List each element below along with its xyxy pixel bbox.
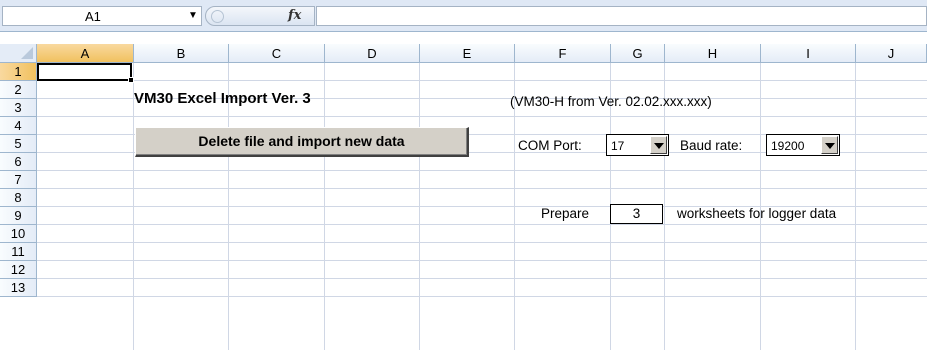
column-header-h[interactable]: H bbox=[665, 44, 761, 63]
row-header-13[interactable]: 13 bbox=[0, 279, 37, 297]
worksheets-label: worksheets for logger data bbox=[677, 206, 837, 221]
gridline-horizontal bbox=[37, 170, 927, 171]
name-box-value: A1 bbox=[85, 9, 101, 24]
fill-handle[interactable] bbox=[128, 77, 134, 83]
baud-rate-select[interactable]: 19200 bbox=[766, 134, 840, 156]
column-header-b[interactable]: B bbox=[134, 44, 229, 63]
row-header-12[interactable]: 12 bbox=[0, 261, 37, 279]
row-header-4[interactable]: 4 bbox=[0, 117, 37, 135]
gridline-horizontal bbox=[37, 242, 927, 243]
row-header-3[interactable]: 3 bbox=[0, 99, 37, 117]
formula-bar: A1 ▼ fx bbox=[0, 0, 927, 32]
gridline-horizontal bbox=[37, 260, 927, 261]
toolbar-gap bbox=[0, 32, 927, 44]
gridline-horizontal bbox=[37, 80, 927, 81]
baud-rate-dropdown-button[interactable] bbox=[821, 136, 838, 154]
row-header-5[interactable]: 5 bbox=[0, 135, 37, 153]
column-header-d[interactable]: D bbox=[325, 44, 420, 63]
column-header-e[interactable]: E bbox=[420, 44, 515, 63]
com-port-select[interactable]: 17 bbox=[606, 134, 669, 156]
baud-rate-value: 19200 bbox=[771, 139, 805, 153]
name-box[interactable]: A1 ▼ bbox=[2, 6, 202, 26]
column-header-i[interactable]: I bbox=[761, 44, 856, 63]
gridline-horizontal bbox=[37, 224, 927, 225]
prepare-label: Prepare bbox=[541, 206, 590, 221]
chevron-down-icon bbox=[654, 143, 664, 149]
column-header-c[interactable]: C bbox=[229, 44, 325, 63]
row-header-10[interactable]: 10 bbox=[0, 225, 37, 243]
chevron-down-icon[interactable]: ▼ bbox=[188, 10, 198, 21]
row-header-11[interactable]: 11 bbox=[0, 243, 37, 261]
column-header-g[interactable]: G bbox=[611, 44, 665, 63]
column-header-j[interactable]: J bbox=[856, 44, 927, 63]
row-header-6[interactable]: 6 bbox=[0, 153, 37, 171]
sheet-title: VM30 Excel Import Ver. 3 bbox=[134, 90, 311, 107]
formula-bar-controls: fx bbox=[205, 6, 315, 26]
insert-function-icon[interactable]: fx bbox=[288, 8, 301, 23]
row-header-2[interactable]: 2 bbox=[0, 81, 37, 99]
chevron-down-icon bbox=[825, 143, 835, 149]
worksheets-count-input[interactable]: 3 bbox=[610, 204, 663, 224]
column-header-f[interactable]: F bbox=[515, 44, 611, 63]
com-port-dropdown-button[interactable] bbox=[650, 136, 667, 154]
row-header-8[interactable]: 8 bbox=[0, 189, 37, 207]
select-all-icon bbox=[21, 47, 33, 59]
gridline-horizontal bbox=[37, 296, 927, 297]
cancel-icon[interactable] bbox=[211, 10, 224, 23]
delete-and-import-button[interactable]: Delete file and import new data bbox=[135, 127, 469, 157]
row-header-7[interactable]: 7 bbox=[0, 171, 37, 189]
active-cell-a1[interactable] bbox=[37, 63, 132, 81]
gridline-horizontal bbox=[37, 278, 927, 279]
com-port-label: COM Port: bbox=[518, 138, 582, 153]
formula-input[interactable] bbox=[316, 6, 927, 26]
gridline-horizontal bbox=[37, 188, 927, 189]
version-note: (VM30-H from Ver. 02.02.xxx.xxx) bbox=[510, 94, 712, 109]
column-header-a[interactable]: A bbox=[37, 44, 134, 63]
select-all-button[interactable] bbox=[0, 44, 37, 63]
com-port-value: 17 bbox=[611, 139, 625, 153]
row-header-9[interactable]: 9 bbox=[0, 207, 37, 225]
row-header-1[interactable]: 1 bbox=[0, 63, 37, 81]
baud-rate-label: Baud rate: bbox=[680, 138, 743, 153]
gridline-horizontal bbox=[37, 116, 927, 117]
